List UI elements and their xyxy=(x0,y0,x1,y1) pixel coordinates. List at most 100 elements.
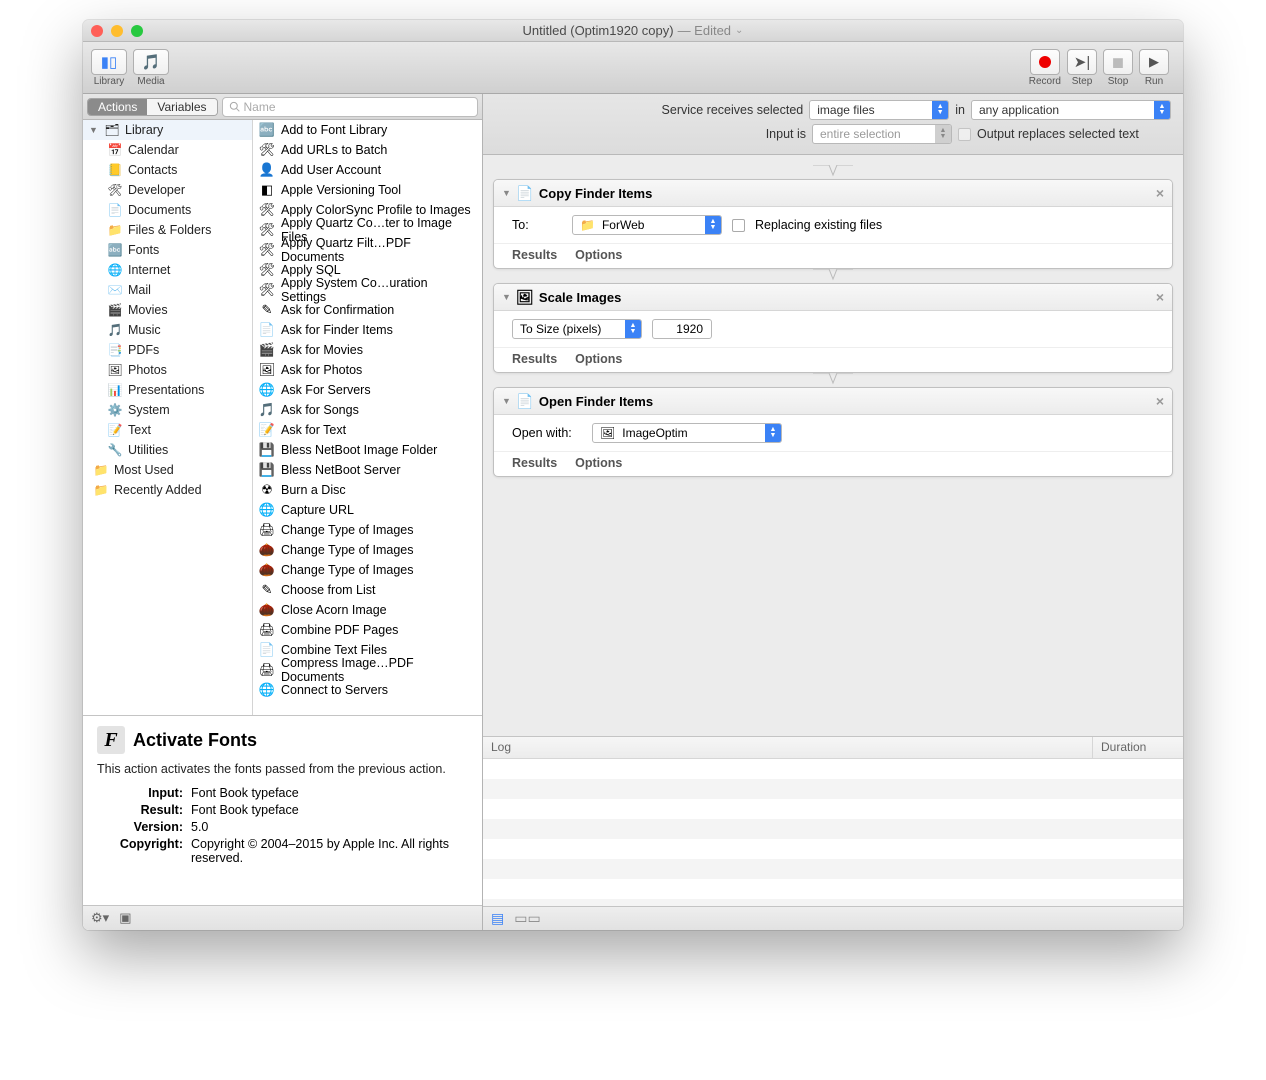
action-item[interactable]: 🌰Change Type of Images xyxy=(253,540,482,560)
action-icon: 🛠 xyxy=(259,222,275,238)
category-item[interactable]: 📝Text xyxy=(83,420,252,440)
disclosure-triangle-icon[interactable]: ▼ xyxy=(89,125,99,135)
action-item[interactable]: ☢Burn a Disc xyxy=(253,480,482,500)
action-item[interactable]: 📄Ask for Finder Items xyxy=(253,320,482,340)
category-item[interactable]: 🛠Developer xyxy=(83,180,252,200)
category-item[interactable]: 📊Presentations xyxy=(83,380,252,400)
action-item[interactable]: 🔤Add to Font Library xyxy=(253,120,482,140)
log-col-header[interactable]: Log xyxy=(483,737,1093,758)
step-title: Copy Finder Items xyxy=(539,186,652,201)
category-item[interactable]: 📁Files & Folders xyxy=(83,220,252,240)
action-item[interactable]: 🖨Combine PDF Pages xyxy=(253,620,482,640)
action-item[interactable]: 💾Bless NetBoot Server xyxy=(253,460,482,480)
list-view-icon[interactable]: ▤ xyxy=(491,910,504,927)
action-label: Ask for Confirmation xyxy=(281,303,394,317)
action-item[interactable]: 👤Add User Account xyxy=(253,160,482,180)
version-value: 5.0 xyxy=(191,820,468,834)
category-item[interactable]: 🎬Movies xyxy=(83,300,252,320)
action-item[interactable]: 🛠Add URLs to Batch xyxy=(253,140,482,160)
category-icon: ⚙️ xyxy=(107,402,123,418)
media-button[interactable]: 🎵 Media xyxy=(133,49,169,87)
library-toggle-button[interactable]: ▮▯ Library xyxy=(91,49,127,87)
category-item[interactable]: ⚙️System xyxy=(83,400,252,420)
action-list[interactable]: 🔤Add to Font Library🛠Add URLs to Batch👤A… xyxy=(253,120,482,715)
action-item[interactable]: 🌰Close Acorn Image xyxy=(253,600,482,620)
category-label: Internet xyxy=(128,263,170,277)
remove-step-button[interactable]: × xyxy=(1156,185,1164,201)
step-header[interactable]: ▼ 📄 Open Finder Items × xyxy=(494,388,1172,415)
action-item[interactable]: 📝Ask for Text xyxy=(253,420,482,440)
action-item[interactable]: 🛠Apply Quartz Filt…PDF Documents xyxy=(253,240,482,260)
step-title: Open Finder Items xyxy=(539,394,653,409)
step-button[interactable]: ➤| Step xyxy=(1067,49,1097,87)
action-item[interactable]: 🌐Capture URL xyxy=(253,500,482,520)
stop-button[interactable]: ◼ Stop xyxy=(1103,49,1133,87)
folder-icon: 📁 xyxy=(573,218,595,232)
category-item[interactable]: 🖼Photos xyxy=(83,360,252,380)
results-icon[interactable]: ▣ xyxy=(119,910,131,926)
action-item[interactable]: ✎Choose from List xyxy=(253,580,482,600)
category-item[interactable]: 📑PDFs xyxy=(83,340,252,360)
most-used-item[interactable]: 📁 Most Used xyxy=(83,460,252,480)
scale-mode-select[interactable]: To Size (pixels) ▲▼ xyxy=(512,319,642,339)
duration-col-header[interactable]: Duration xyxy=(1093,737,1183,758)
remove-step-button[interactable]: × xyxy=(1156,393,1164,409)
options-button[interactable]: Options xyxy=(575,352,622,366)
options-button[interactable]: Options xyxy=(575,248,622,262)
category-item[interactable]: 🔤Fonts xyxy=(83,240,252,260)
recently-added-item[interactable]: 📁 Recently Added xyxy=(83,480,252,500)
category-item[interactable]: 📒Contacts xyxy=(83,160,252,180)
step-header[interactable]: ▼ 📄 Copy Finder Items × xyxy=(494,180,1172,207)
category-list[interactable]: ▼ 🗂 Library 📅Calendar📒Contacts🛠Developer… xyxy=(83,120,253,715)
library-header[interactable]: ▼ 🗂 Library xyxy=(83,120,252,140)
search-input[interactable]: Name xyxy=(222,97,479,117)
open-with-select[interactable]: 🖼 ImageOptim ▲▼ xyxy=(592,423,782,443)
tab-variables[interactable]: Variables xyxy=(147,99,216,115)
category-label: Utilities xyxy=(128,443,168,457)
options-button[interactable]: Options xyxy=(575,456,622,470)
results-button[interactable]: Results xyxy=(512,248,557,262)
step-header[interactable]: ▼ 🖼 Scale Images × xyxy=(494,284,1172,311)
action-item[interactable]: 🛠Apply System Co…uration Settings xyxy=(253,280,482,300)
category-item[interactable]: ✉️Mail xyxy=(83,280,252,300)
results-button[interactable]: Results xyxy=(512,352,557,366)
zoom-icon[interactable] xyxy=(131,25,143,37)
chevron-down-icon[interactable]: ⌄ xyxy=(735,25,743,36)
close-icon[interactable] xyxy=(91,25,103,37)
record-button[interactable]: Record xyxy=(1029,49,1061,87)
action-item[interactable]: 🖨Change Type of Images xyxy=(253,520,482,540)
run-button[interactable]: ▶ Run xyxy=(1139,49,1169,87)
receives-select[interactable]: image files ▲▼ xyxy=(809,100,949,120)
flow-view-icon[interactable]: ▭▭ xyxy=(514,910,540,927)
category-item[interactable]: 🎵Music xyxy=(83,320,252,340)
minimize-icon[interactable] xyxy=(111,25,123,37)
category-item[interactable]: 🌐Internet xyxy=(83,260,252,280)
disclosure-triangle-icon[interactable]: ▼ xyxy=(502,292,511,302)
category-icon: 🖼 xyxy=(107,362,123,378)
action-item[interactable]: ◧Apple Versioning Tool xyxy=(253,180,482,200)
category-item[interactable]: 📅Calendar xyxy=(83,140,252,160)
action-item[interactable]: 🌐Ask For Servers xyxy=(253,380,482,400)
workflow-canvas[interactable]: ▼ 📄 Copy Finder Items × To: 📁 ForWeb ▲▼ xyxy=(483,155,1183,736)
disclosure-triangle-icon[interactable]: ▼ xyxy=(502,396,511,406)
folder-select[interactable]: 📁 ForWeb ▲▼ xyxy=(572,215,722,235)
action-item[interactable]: 🌰Change Type of Images xyxy=(253,560,482,580)
connector-icon xyxy=(493,373,1173,387)
input-key: Input: xyxy=(97,786,183,800)
results-button[interactable]: Results xyxy=(512,456,557,470)
action-item[interactable]: 🎬Ask for Movies xyxy=(253,340,482,360)
category-item[interactable]: 🔧Utilities xyxy=(83,440,252,460)
category-item[interactable]: 📄Documents xyxy=(83,200,252,220)
tab-actions[interactable]: Actions xyxy=(88,99,147,115)
remove-step-button[interactable]: × xyxy=(1156,289,1164,305)
action-item[interactable]: 🖼Ask for Photos xyxy=(253,360,482,380)
action-item[interactable]: 🖨Compress Image…PDF Documents xyxy=(253,660,482,680)
replacing-checkbox[interactable] xyxy=(732,219,745,232)
gear-icon[interactable]: ⚙︎▾ xyxy=(91,910,109,926)
scale-value-input[interactable] xyxy=(652,319,712,339)
app-select[interactable]: any application ▲▼ xyxy=(971,100,1171,120)
action-item[interactable]: 💾Bless NetBoot Image Folder xyxy=(253,440,482,460)
action-item[interactable]: 🎵Ask for Songs xyxy=(253,400,482,420)
detail-title: Activate Fonts xyxy=(133,730,257,751)
disclosure-triangle-icon[interactable]: ▼ xyxy=(502,188,511,198)
